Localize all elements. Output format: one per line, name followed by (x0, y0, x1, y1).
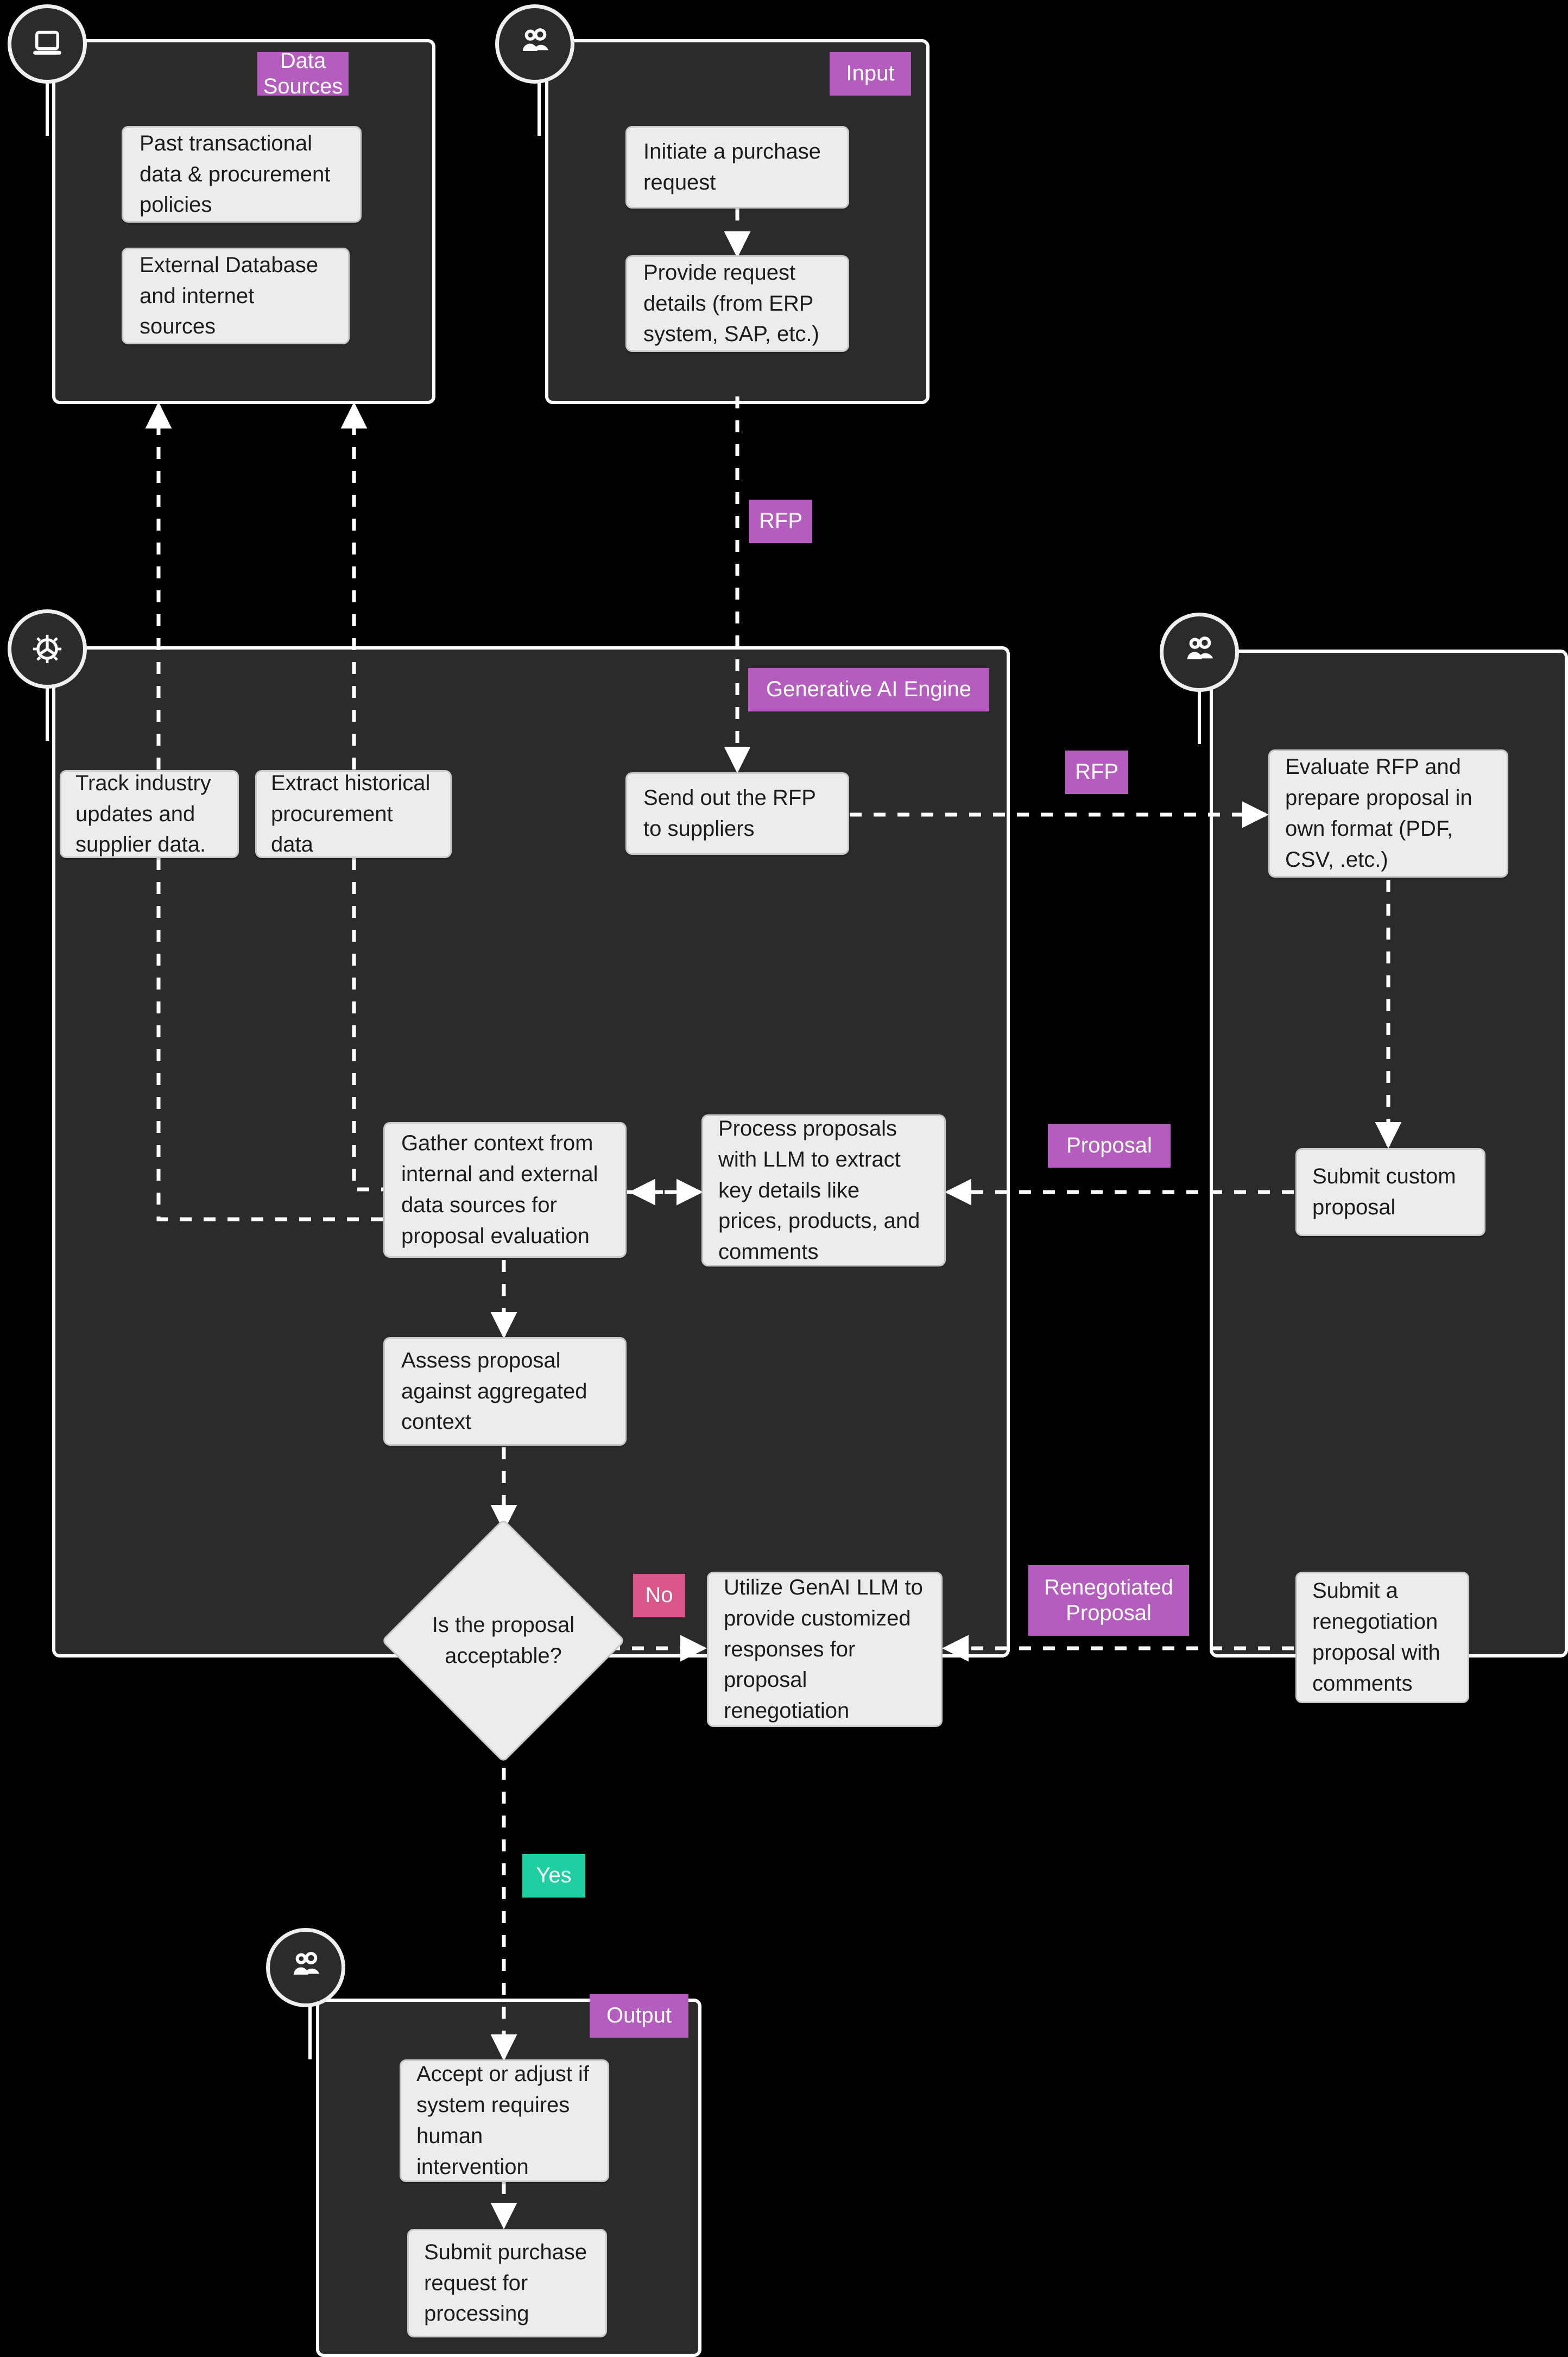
edge-label-yes: Yes (522, 1854, 585, 1898)
lane-stem-data-sources (46, 81, 49, 136)
group-icon-output (266, 1928, 345, 2007)
edge-label-proposal: Proposal (1048, 1124, 1171, 1168)
node-track-industry-updates: Track industry updates and supplier data… (60, 770, 239, 858)
node-provide-request-details: Provide request details (from ERP system… (625, 255, 849, 352)
group-label-text: Data Sources (263, 48, 343, 98)
node-submit-renegotiation-proposal: Submit a renegotiation proposal with com… (1295, 1572, 1469, 1703)
node-submit-custom-proposal: Submit custom proposal (1295, 1148, 1485, 1236)
decision-label: Is the proposal acceptable? (432, 1613, 575, 1668)
node-submit-purchase-request: Submit purchase request for processing (407, 2229, 607, 2337)
node-evaluate-rfp-prepare-proposal: Evaluate RFP and prepare proposal in own… (1268, 749, 1508, 878)
edge-label-renegotiated-proposal: Renegotiated Proposal (1028, 1565, 1189, 1636)
lane-stem-output (308, 2005, 312, 2059)
lane-stem-genai-engine (46, 686, 49, 741)
users-icon (522, 28, 549, 51)
node-initiate-purchase-request: Initiate a purchase request (625, 126, 849, 209)
node-send-out-rfp: Send out the RFP to suppliers (625, 772, 849, 855)
node-process-proposals-llm: Process proposals with LLM to extract ke… (701, 1114, 946, 1266)
group-icon-genai-engine (8, 609, 87, 689)
node-extract-historical-procurement: Extract historical procurement data (255, 770, 452, 858)
edge-label-no: No (633, 1574, 685, 1617)
edge-label-rfp-vertical: RFP (749, 500, 812, 543)
edge-label-rfp-horizontal: RFP (1065, 751, 1128, 794)
flowchart-canvas: Data Sources Past transactional data & p… (0, 0, 1568, 2357)
lane-stem-supplier (1198, 690, 1201, 744)
node-gather-context: Gather context from internal and externa… (383, 1122, 627, 1258)
group-label-output: Output (590, 1994, 688, 2038)
node-past-transactional-data: Past transactional data & procurement po… (122, 126, 362, 223)
node-assess-proposal: Assess proposal against aggregated conte… (383, 1337, 627, 1446)
lane-stem-input (538, 81, 541, 136)
group-icon-supplier (1160, 613, 1239, 692)
laptop-icon (33, 30, 61, 55)
group-icon-data-sources (8, 4, 87, 84)
node-decision-proposal-acceptable: Is the proposal acceptable? (381, 1518, 625, 1763)
node-utilize-genai-llm: Utilize GenAI LLM to provide customized … (707, 1572, 943, 1727)
node-external-database: External Database and internet sources (122, 248, 350, 344)
users-icon (293, 1952, 320, 1975)
users-icon (1187, 636, 1213, 659)
group-icon-input (495, 4, 574, 84)
group-label-data-sources: Data Sources (257, 49, 349, 98)
group-label-input: Input (830, 52, 911, 96)
node-accept-or-adjust: Accept or adjust if system requires huma… (400, 2059, 609, 2182)
group-label-genai-engine: Generative AI Engine (748, 668, 989, 711)
gear-icon (33, 634, 62, 664)
